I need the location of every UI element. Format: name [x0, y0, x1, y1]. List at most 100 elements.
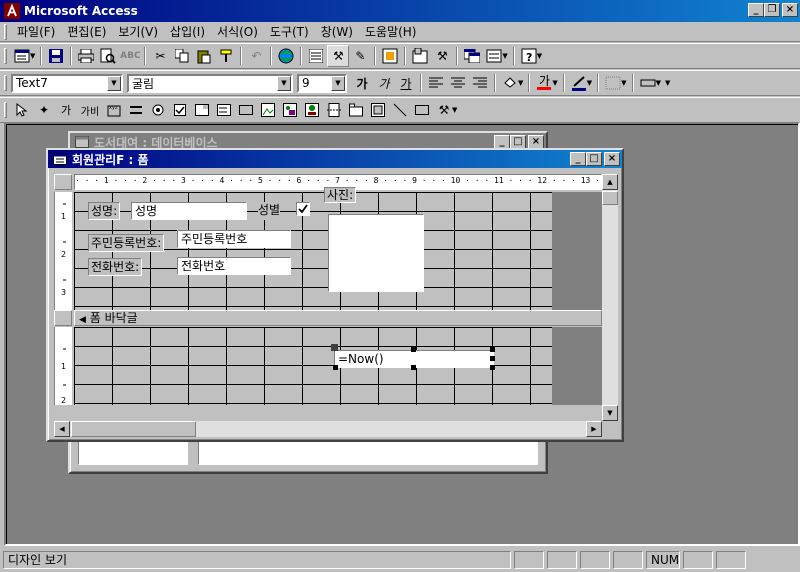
check-box-icon[interactable] [169, 99, 191, 121]
fill-color-dropdown-icon[interactable]: ▼ [518, 79, 523, 87]
name-textbox[interactable]: 성명 [131, 202, 247, 220]
toolbar-options-icon[interactable]: ▼ [665, 79, 670, 87]
menu-insert[interactable]: 삽입(I) [164, 23, 211, 40]
menu-file[interactable]: 파일(F) [11, 23, 61, 40]
footer-section[interactable]: =Now() [74, 327, 602, 405]
resize-handle[interactable] [490, 365, 495, 370]
combo-box-icon[interactable] [191, 99, 213, 121]
properties-icon[interactable] [409, 45, 431, 67]
resize-handle[interactable] [333, 365, 338, 370]
bound-object-frame-icon[interactable] [301, 99, 323, 121]
database-object-pane[interactable] [198, 439, 538, 465]
underline-button[interactable]: 가 [395, 72, 417, 94]
photo-frame[interactable] [328, 214, 424, 292]
horizontal-scrollbar[interactable]: ◀ ▶ [54, 421, 602, 437]
textbox-tool-icon[interactable]: 가비 [77, 99, 103, 121]
menu-window[interactable]: 창(W) [315, 23, 359, 40]
resize-handle[interactable] [411, 347, 416, 352]
move-handle[interactable] [331, 344, 338, 351]
line-width-dropdown-icon[interactable]: ▼ [621, 79, 626, 87]
tab-control-icon[interactable] [345, 99, 367, 121]
menu-grip[interactable] [4, 23, 7, 40]
undo-icon[interactable]: ↶ [245, 45, 267, 67]
menu-view[interactable]: 보기(V) [112, 23, 164, 40]
menu-edit[interactable]: 편집(E) [61, 23, 112, 40]
toolbox-toggle-icon[interactable]: ⚒ [327, 45, 350, 67]
line-tool-icon[interactable] [389, 99, 411, 121]
rectangle-tool-icon[interactable] [411, 99, 433, 121]
image-icon[interactable] [257, 99, 279, 121]
italic-button[interactable]: 가 [373, 72, 395, 94]
toolbar-grip[interactable] [4, 75, 7, 91]
print-icon[interactable] [75, 45, 97, 67]
toggle-button-icon[interactable] [125, 99, 147, 121]
ssn-textbox[interactable]: 주민등록번호 [177, 230, 291, 248]
page-break-icon[interactable] [323, 99, 345, 121]
print-preview-icon[interactable] [97, 45, 119, 67]
restore-icon[interactable]: ❐ [764, 3, 780, 17]
line-color-dropdown-icon[interactable]: ▼ [587, 79, 592, 87]
resize-handle[interactable] [411, 365, 416, 370]
form-design-window[interactable]: 회원관리F : 폼 _ □ × · · · 1 · · · 2 · · · 3 … [46, 148, 624, 442]
select-objects-icon[interactable] [11, 99, 33, 121]
vertical-scrollbar[interactable]: ▲ ▼ [602, 174, 618, 421]
paste-icon[interactable] [193, 45, 215, 67]
minimize-icon[interactable]: _ [494, 135, 510, 149]
help-dropdown-icon[interactable]: ▼ [537, 52, 542, 60]
build-icon[interactable]: ⚒ [431, 45, 453, 67]
option-button-icon[interactable] [147, 99, 169, 121]
phone-textbox[interactable]: 전화번호 [177, 257, 291, 275]
insert-hyperlink-icon[interactable] [275, 45, 297, 67]
resize-handle[interactable] [490, 356, 495, 361]
minimize-icon[interactable]: _ [748, 3, 764, 17]
align-center-icon[interactable] [447, 72, 469, 94]
close-icon[interactable]: × [604, 152, 620, 166]
bold-button[interactable]: 가 [351, 72, 373, 94]
toolbar-grip[interactable] [4, 48, 7, 64]
cut-icon[interactable]: ✂ [149, 45, 171, 67]
option-group-icon[interactable]: xyz [103, 99, 125, 121]
horizontal-scroll-thumb[interactable] [71, 421, 196, 437]
ssn-label[interactable]: 주민등록번호: [88, 234, 165, 252]
close-icon[interactable]: × [528, 135, 544, 149]
font-size-combo[interactable]: 9 ▼ [297, 73, 347, 93]
app-titlebar[interactable]: Microsoft Access _ ❐ × [0, 0, 800, 22]
menu-help[interactable]: 도움말(H) [359, 23, 423, 40]
font-combo[interactable]: 굴림 ▼ [127, 73, 293, 93]
gender-label[interactable]: 성별 [258, 202, 281, 220]
photo-label[interactable]: 사진: [324, 187, 357, 203]
toolbar-grip[interactable] [4, 102, 7, 118]
maximize-icon[interactable]: □ [510, 135, 526, 149]
chevron-down-icon[interactable]: ▼ [331, 75, 345, 91]
detail-section[interactable]: 성명: 성명 성별 사진: 주민등록번호: 주민등록번호 전화번호: 전화번호 [74, 187, 602, 310]
maximize-icon[interactable]: □ [586, 152, 602, 166]
form-footer-bar[interactable]: ◀ 폼 바닥글 [74, 310, 602, 326]
list-box-icon[interactable] [213, 99, 235, 121]
field-list-icon[interactable] [305, 45, 327, 67]
form-selector[interactable] [54, 174, 72, 190]
font-color-dropdown-icon[interactable]: ▼ [552, 79, 557, 87]
spelling-icon[interactable]: ABC [119, 45, 141, 67]
command-button-icon[interactable] [235, 99, 257, 121]
close-icon[interactable]: × [782, 3, 798, 17]
chevron-down-icon[interactable]: ▼ [277, 75, 291, 91]
unbound-object-frame-icon[interactable] [279, 99, 301, 121]
new-object-dropdown-icon[interactable]: ▼ [502, 52, 507, 60]
scroll-down-icon[interactable]: ▼ [602, 405, 618, 421]
subform-icon[interactable] [367, 99, 389, 121]
database-object-list[interactable] [78, 439, 188, 465]
object-combo[interactable]: Text7 ▼ [11, 73, 123, 93]
save-icon[interactable] [45, 45, 67, 67]
autoformat-icon[interactable]: ✎ [349, 45, 371, 67]
form-window-titlebar[interactable]: 회원관리F : 폼 _ □ × [48, 150, 622, 168]
control-wizards-icon[interactable]: ✦ [33, 99, 55, 121]
scroll-up-icon[interactable]: ▲ [602, 174, 618, 190]
vertical-scroll-thumb[interactable] [602, 191, 618, 205]
more-controls-dropdown-icon[interactable]: ▼ [452, 106, 457, 114]
copy-icon[interactable] [171, 45, 193, 67]
phone-label[interactable]: 전화번호: [88, 258, 143, 276]
label-tool-icon[interactable]: 가 [55, 99, 77, 121]
align-left-icon[interactable] [425, 72, 447, 94]
chevron-down-icon[interactable]: ▼ [107, 75, 121, 91]
view-dropdown-icon[interactable]: ▼ [30, 52, 35, 60]
